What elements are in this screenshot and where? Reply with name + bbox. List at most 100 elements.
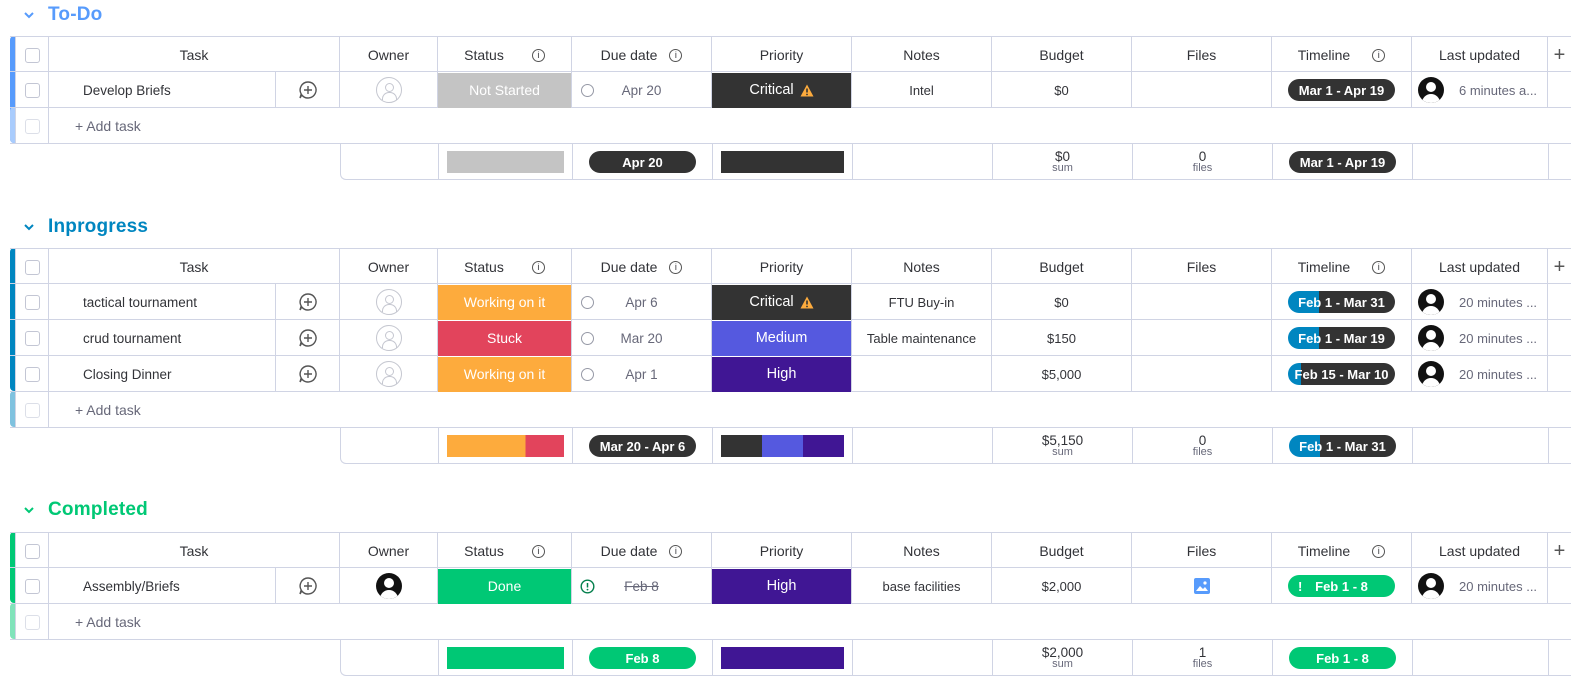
status-label[interactable]: Done <box>438 568 571 604</box>
info-icon[interactable]: i <box>1372 544 1386 558</box>
row-checkbox[interactable] <box>24 294 40 310</box>
col-budget[interactable]: Budget <box>992 249 1132 285</box>
files-cell[interactable] <box>1132 568 1272 604</box>
files-cell[interactable] <box>1132 72 1272 108</box>
priority-label[interactable]: High <box>712 356 851 392</box>
add-task-input[interactable]: + Add task <box>49 392 1571 428</box>
status-label[interactable]: Working on it <box>438 284 571 320</box>
last-updated-cell[interactable]: 20 minutes ... <box>1412 320 1548 356</box>
col-priority[interactable]: Priority <box>712 533 852 569</box>
col-due[interactable]: Due date i <box>572 249 712 285</box>
col-budget[interactable]: Budget <box>992 37 1132 73</box>
last-updated-cell[interactable]: 20 minutes ... <box>1412 568 1548 604</box>
priority-summary-bar[interactable] <box>721 647 844 669</box>
files-summary[interactable]: 0 files <box>1193 150 1213 175</box>
due-summary-pill[interactable]: Feb 8 <box>589 647 696 669</box>
add-task-input[interactable]: + Add task <box>49 108 1571 144</box>
priority-label[interactable]: High <box>712 568 851 604</box>
table-row[interactable]: tactical tournament Working on it Apr 6 … <box>10 284 1571 320</box>
col-timeline[interactable]: Timeline i <box>1272 533 1412 569</box>
owner-avatar-empty[interactable] <box>375 361 402 387</box>
add-column-button[interactable]: + <box>1548 37 1571 73</box>
status-label[interactable]: Stuck <box>438 320 571 356</box>
notes-cell[interactable]: Intel <box>852 72 992 108</box>
status-summary-bar[interactable] <box>447 647 564 669</box>
col-status[interactable]: Status i <box>438 249 572 285</box>
conversation-button[interactable] <box>276 284 340 320</box>
notes-cell[interactable]: Table maintenance <box>852 320 992 356</box>
conversation-button[interactable] <box>276 356 340 392</box>
col-task[interactable]: Task <box>49 37 340 73</box>
col-files[interactable]: Files <box>1132 249 1272 285</box>
info-icon[interactable]: i <box>669 260 683 274</box>
files-cell[interactable] <box>1132 320 1272 356</box>
add-task-row[interactable]: + Add task <box>10 108 1571 144</box>
col-status[interactable]: Status i <box>438 533 572 569</box>
col-notes[interactable]: Notes <box>852 37 992 73</box>
conversation-button[interactable] <box>276 568 340 604</box>
files-cell[interactable] <box>1132 356 1272 392</box>
info-icon[interactable]: i <box>669 48 683 62</box>
due-date-cell[interactable]: Feb 8 <box>572 568 712 604</box>
last-updated-cell[interactable]: 20 minutes ... <box>1412 356 1548 392</box>
col-files[interactable]: Files <box>1132 533 1272 569</box>
deadline-radio-icon[interactable] <box>581 331 594 345</box>
col-files[interactable]: Files <box>1132 37 1272 73</box>
chevron-down-icon[interactable] <box>20 501 38 519</box>
col-budget[interactable]: Budget <box>992 533 1132 569</box>
add-task-row[interactable]: + Add task <box>10 604 1571 640</box>
due-date-cell[interactable]: Apr 20 <box>572 72 712 108</box>
status-summary-bar[interactable] <box>447 435 564 457</box>
group-title[interactable]: To-Do <box>48 4 102 26</box>
priority-label[interactable]: Critical <box>712 284 851 320</box>
add-task-row[interactable]: + Add task <box>10 392 1571 428</box>
last-updated-cell[interactable]: 6 minutes a... <box>1412 72 1548 108</box>
col-updated[interactable]: Last updated <box>1412 37 1548 73</box>
timeline-pill[interactable]: Feb 15 - Mar 10 <box>1288 363 1395 385</box>
group-header[interactable]: To-Do <box>20 1 102 29</box>
timeline-pill[interactable]: Feb 1 - Mar 19 <box>1288 327 1395 349</box>
col-updated[interactable]: Last updated <box>1412 249 1548 285</box>
col-status[interactable]: Status i <box>438 37 572 73</box>
timeline-pill[interactable]: ! Feb 1 - 8 <box>1288 575 1395 597</box>
budget-cell[interactable]: $5,000 <box>992 356 1132 392</box>
group-header[interactable]: Completed <box>20 496 148 524</box>
timeline-pill[interactable]: Mar 1 - Apr 19 <box>1288 79 1395 101</box>
notes-cell[interactable] <box>852 356 992 392</box>
due-date-cell[interactable]: Mar 20 <box>572 320 712 356</box>
budget-cell[interactable]: $0 <box>992 72 1132 108</box>
table-row[interactable]: Assembly/Briefs Done Feb 8 High base fac… <box>10 568 1571 604</box>
overdue-alert-icon[interactable] <box>580 578 595 594</box>
status-summary-bar[interactable] <box>447 151 564 173</box>
notes-cell[interactable]: base facilities <box>852 568 992 604</box>
col-timeline[interactable]: Timeline i <box>1272 37 1412 73</box>
task-name[interactable]: Develop Briefs <box>49 72 276 108</box>
group-title[interactable]: Inprogress <box>48 216 148 238</box>
group-header[interactable]: Inprogress <box>20 213 148 241</box>
row-checkbox[interactable] <box>24 82 40 98</box>
conversation-button[interactable] <box>276 320 340 356</box>
owner-avatar-empty[interactable] <box>375 289 402 315</box>
col-owner[interactable]: Owner <box>340 533 438 569</box>
col-owner[interactable]: Owner <box>340 249 438 285</box>
row-checkbox[interactable] <box>24 578 40 594</box>
info-icon[interactable]: i <box>531 48 545 62</box>
col-priority[interactable]: Priority <box>712 249 852 285</box>
due-summary-pill[interactable]: Mar 20 - Apr 6 <box>589 435 696 457</box>
col-notes[interactable]: Notes <box>852 249 992 285</box>
last-updated-cell[interactable]: 20 minutes ... <box>1412 284 1548 320</box>
chevron-down-icon[interactable] <box>20 6 38 24</box>
owner-avatar[interactable] <box>375 573 402 599</box>
files-summary[interactable]: 0 files <box>1193 434 1213 459</box>
budget-summary[interactable]: $2,000 sum <box>1042 646 1083 671</box>
owner-avatar-empty[interactable] <box>375 77 402 103</box>
add-column-button[interactable]: + <box>1548 533 1571 569</box>
info-icon[interactable]: i <box>1372 260 1386 274</box>
budget-cell[interactable]: $2,000 <box>992 568 1132 604</box>
priority-label[interactable]: Medium <box>712 320 851 356</box>
col-task[interactable]: Task <box>49 249 340 285</box>
col-due[interactable]: Due date i <box>572 533 712 569</box>
files-cell[interactable] <box>1132 284 1272 320</box>
budget-cell[interactable]: $150 <box>992 320 1132 356</box>
col-priority[interactable]: Priority <box>712 37 852 73</box>
